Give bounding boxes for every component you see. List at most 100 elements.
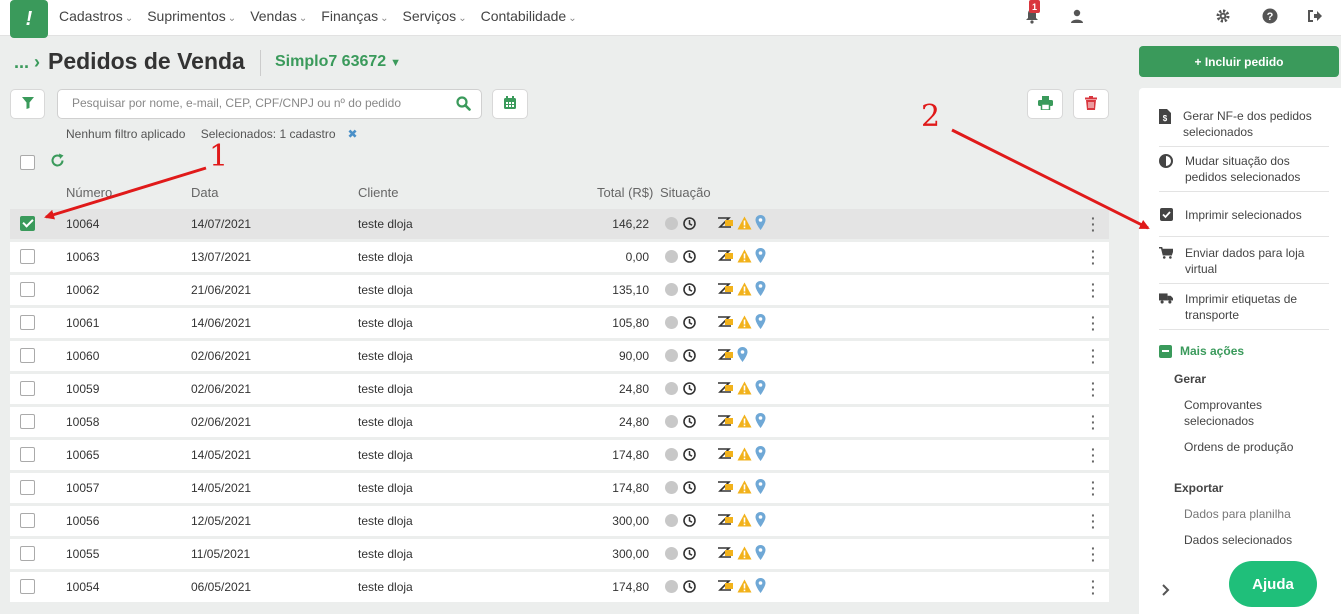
order-date: 02/06/2021 xyxy=(191,349,252,363)
table-row[interactable]: 10061 14/06/2021 teste dloja 105,80 · · · xyxy=(10,308,1109,338)
order-status[interactable] xyxy=(665,250,696,263)
menu-item-ordens-producao[interactable]: Ordens de produção xyxy=(1184,439,1324,455)
row-menu-icon[interactable]: · · · xyxy=(1091,343,1096,369)
order-client: teste dloja xyxy=(358,415,413,429)
table-row[interactable]: 10062 21/06/2021 teste dloja 135,10 · · · xyxy=(10,275,1109,305)
menu-item-comprovantes[interactable]: Comprovantes selecionados xyxy=(1184,397,1324,429)
row-menu-icon[interactable]: · · · xyxy=(1091,310,1096,336)
row-checkbox[interactable] xyxy=(20,381,35,396)
refresh-icon[interactable] xyxy=(50,153,65,171)
help-icon[interactable]: ? xyxy=(1260,6,1280,26)
gear-icon[interactable] xyxy=(1213,6,1233,26)
row-menu-icon[interactable]: · · · xyxy=(1091,574,1096,600)
status-dot-icon xyxy=(665,547,678,560)
row-checkbox[interactable] xyxy=(20,315,35,330)
order-status[interactable] xyxy=(665,481,696,494)
order-status[interactable] xyxy=(665,547,696,560)
location-pin-icon xyxy=(755,512,766,527)
row-checkbox[interactable] xyxy=(20,513,35,528)
row-menu-icon[interactable]: · · · xyxy=(1091,508,1096,534)
shipping-icon xyxy=(718,382,733,393)
table-row[interactable]: 10065 14/05/2021 teste dloja 174,80 · · · xyxy=(10,440,1109,470)
print-button[interactable] xyxy=(1027,89,1063,119)
row-menu-icon[interactable]: · · · xyxy=(1091,475,1096,501)
table-row[interactable]: 10054 06/05/2021 teste dloja 174,80 · · · xyxy=(10,572,1109,602)
action-generate-nfe[interactable]: $ Gerar NF-e dos pedidos selecionados xyxy=(1159,108,1329,140)
nav-financas[interactable]: Finanças ⌄ xyxy=(321,8,388,24)
row-checkbox[interactable] xyxy=(20,546,35,561)
row-menu-icon[interactable]: · · · xyxy=(1091,376,1096,402)
row-checkbox[interactable] xyxy=(20,216,35,231)
group-title-exportar: Exportar xyxy=(1174,481,1224,495)
order-status[interactable] xyxy=(665,415,696,428)
action-print-shipping-labels[interactable]: Imprimir etiquetas de transporte xyxy=(1159,291,1329,323)
nav-suprimentos[interactable]: Suprimentos ⌄ xyxy=(147,8,236,24)
order-status[interactable] xyxy=(665,349,696,362)
table-row[interactable]: 10055 11/05/2021 teste dloja 300,00 · · · xyxy=(10,539,1109,569)
delete-button[interactable] xyxy=(1073,89,1109,119)
table-row[interactable]: 10059 02/06/2021 teste dloja 24,80 · · · xyxy=(10,374,1109,404)
action-print-selected[interactable]: Imprimir selecionados xyxy=(1159,207,1329,223)
action-change-status[interactable]: Mudar situação dos pedidos selecionados xyxy=(1159,153,1329,185)
row-checkbox[interactable] xyxy=(20,249,35,264)
nav-contabilidade[interactable]: Contabilidade ⌄ xyxy=(481,8,577,24)
order-status[interactable] xyxy=(665,217,696,230)
row-checkbox[interactable] xyxy=(20,579,35,594)
table-row[interactable]: 10063 13/07/2021 teste dloja 0,00 · · · xyxy=(10,242,1109,272)
column-header-date[interactable]: Data xyxy=(191,185,218,200)
column-header-number[interactable]: Número xyxy=(66,185,112,200)
action-send-to-store[interactable]: Enviar dados para loja virtual xyxy=(1159,245,1329,277)
order-status[interactable] xyxy=(665,316,696,329)
select-all-checkbox[interactable] xyxy=(20,155,35,170)
row-checkbox[interactable] xyxy=(20,480,35,495)
row-menu-icon[interactable]: · · · xyxy=(1091,277,1096,303)
table-row[interactable]: 10057 14/05/2021 teste dloja 174,80 · · · xyxy=(10,473,1109,503)
row-checkbox[interactable] xyxy=(20,414,35,429)
column-header-client[interactable]: Cliente xyxy=(358,185,398,200)
shipping-icon xyxy=(718,217,733,228)
search-input[interactable] xyxy=(72,96,442,110)
row-menu-icon[interactable]: · · · xyxy=(1091,211,1096,237)
order-status[interactable] xyxy=(665,283,696,296)
row-checkbox[interactable] xyxy=(20,348,35,363)
more-actions-toggle[interactable]: Mais ações xyxy=(1159,344,1244,358)
notification-badge: 1 xyxy=(1029,0,1040,13)
row-checkbox[interactable] xyxy=(20,282,35,297)
add-order-button[interactable]: + Incluir pedido xyxy=(1139,46,1339,77)
table-row[interactable]: 10058 02/06/2021 teste dloja 24,80 · · · xyxy=(10,407,1109,437)
nav-vendas[interactable]: Vendas ⌄ xyxy=(250,8,307,24)
table-row[interactable]: 10060 02/06/2021 teste dloja 90,00 · · · xyxy=(10,341,1109,371)
column-header-status[interactable]: Situação xyxy=(660,185,711,200)
row-menu-icon[interactable]: · · · xyxy=(1091,244,1096,270)
row-menu-icon[interactable]: · · · xyxy=(1091,409,1096,435)
user-icon[interactable] xyxy=(1067,6,1087,26)
search-icon[interactable] xyxy=(456,96,471,114)
nav-cadastros[interactable]: Cadastros ⌄ xyxy=(59,8,133,24)
order-flags xyxy=(716,380,766,395)
menu-item-dados-selecionados[interactable]: Dados selecionados xyxy=(1184,532,1324,548)
row-menu-icon[interactable]: · · · xyxy=(1091,442,1096,468)
order-status[interactable] xyxy=(665,448,696,461)
order-status[interactable] xyxy=(665,514,696,527)
order-status[interactable] xyxy=(665,382,696,395)
row-menu-icon[interactable]: · · · xyxy=(1091,541,1096,567)
help-chat-button[interactable]: Ajuda xyxy=(1229,561,1317,607)
filter-button[interactable] xyxy=(10,89,45,119)
menu-item-dados-planilha[interactable]: Dados para planilha xyxy=(1184,506,1324,522)
row-checkbox[interactable] xyxy=(20,447,35,462)
nav-servicos[interactable]: Serviços ⌄ xyxy=(403,8,467,24)
order-status[interactable] xyxy=(665,580,696,593)
account-selector[interactable]: Simplo7 63672 ▼ xyxy=(275,53,401,71)
breadcrumb[interactable]: ... › xyxy=(14,52,40,73)
column-header-total[interactable]: Total (R$) xyxy=(597,185,653,200)
order-total: 300,00 xyxy=(612,514,649,528)
clear-selection-icon[interactable]: ✖ xyxy=(348,127,358,141)
table-row[interactable]: 10064 14/07/2021 teste dloja 146,22 · · · xyxy=(10,209,1109,239)
order-flags xyxy=(716,545,766,560)
logout-icon[interactable] xyxy=(1305,6,1325,26)
chevron-right-icon[interactable] xyxy=(1162,584,1170,599)
table-row[interactable]: 10056 12/05/2021 teste dloja 300,00 · · · xyxy=(10,506,1109,536)
caret-down-icon: ▼ xyxy=(390,57,402,69)
date-filter-button[interactable] xyxy=(492,89,528,119)
app-logo[interactable]: ! xyxy=(10,0,48,38)
